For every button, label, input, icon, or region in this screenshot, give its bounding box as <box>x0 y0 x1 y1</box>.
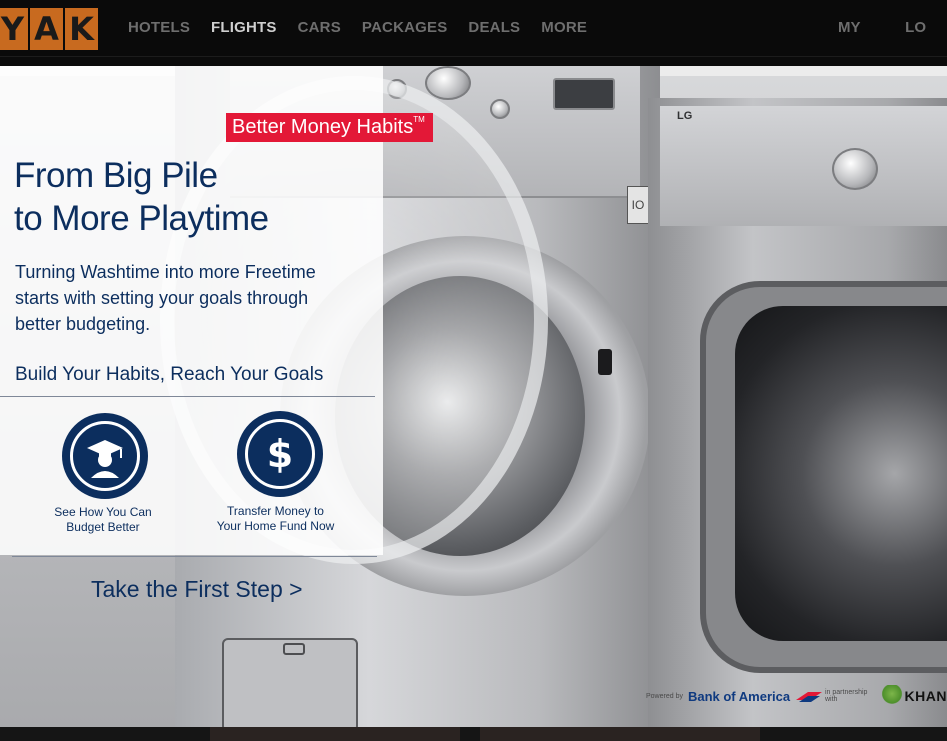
dryer-dial <box>832 148 878 190</box>
logo-letter: K <box>65 8 98 50</box>
ad-headline: From Big Pile to More Playtime <box>14 154 374 240</box>
nav-more[interactable]: MORE <box>541 0 587 56</box>
top-navigation-bar: Y A K HOTELS FLIGHTS CARS PACKAGES DEALS… <box>0 0 947 92</box>
divider <box>0 396 375 397</box>
logo-letter: Y <box>0 8 28 50</box>
nav-cars[interactable]: CARS <box>298 0 341 56</box>
partnership-label: in partnership with <box>825 689 868 703</box>
main-nav: HOTELS FLIGHTS CARS PACKAGES DEALS MORE <box>128 0 608 56</box>
account-nav: MY TRIPS LO <box>838 0 947 92</box>
nav-hotels[interactable]: HOTELS <box>128 0 190 56</box>
nav-flights[interactable]: FLIGHTS <box>211 0 277 56</box>
subtext-line: better budgeting. <box>15 314 151 334</box>
nav-my-trips[interactable]: MY TRIPS <box>838 0 884 92</box>
site-logo[interactable]: Y A K <box>0 8 98 50</box>
take-first-step-link[interactable]: Take the First Step > <box>91 575 303 603</box>
powered-by-credit: Powered by Bank of America <box>646 686 824 706</box>
better-money-habits-badge: Better Money HabitsTM <box>226 113 433 142</box>
graduate-icon <box>70 421 140 491</box>
thumbnail[interactable] <box>210 727 460 741</box>
nav-deals[interactable]: DEALS <box>468 0 520 56</box>
bank-flag-icon <box>796 692 823 702</box>
logo-letter: A <box>30 8 63 50</box>
bank-of-america-logo: Bank of America <box>687 688 791 704</box>
transfer-money-caption[interactable]: Transfer Money to Your Home Fund Now <box>208 504 343 534</box>
headline-line: From Big Pile <box>14 156 218 195</box>
khan-tree-icon <box>880 685 903 707</box>
washer-dial <box>425 66 471 100</box>
nav-packages[interactable]: PACKAGES <box>362 0 448 56</box>
dollar-icon: $ <box>245 419 315 489</box>
thumbnail[interactable] <box>480 727 760 741</box>
ad-subtext: Turning Washtime into more Freetime star… <box>15 259 360 337</box>
nav-login[interactable]: LO <box>905 0 926 56</box>
washer-button <box>490 99 510 119</box>
drawer-handle <box>283 643 305 655</box>
budget-better-button[interactable] <box>62 413 148 499</box>
transfer-money-button[interactable]: $ <box>237 411 323 497</box>
khan-academy-logo: KHAN <box>904 688 947 704</box>
washer-io-badge: IO <box>627 186 649 224</box>
dryer-control-panel <box>660 106 947 226</box>
partner-credit: in partnership with KHAN <box>825 685 947 707</box>
bottom-thumbnail-strip <box>0 727 947 741</box>
washer-latch <box>598 349 612 375</box>
ad-overlay-panel: Better Money HabitsTM From Big Pile to M… <box>0 66 433 602</box>
headline-line: to More Playtime <box>14 199 269 238</box>
dryer-glass <box>735 306 947 641</box>
washer-display <box>553 78 615 110</box>
lg-logo: LG <box>677 110 693 122</box>
subtext-line: Turning Washtime into more Freetime <box>15 262 316 282</box>
budget-better-caption[interactable]: See How You Can Budget Better <box>47 505 159 535</box>
divider <box>12 556 377 557</box>
habits-heading: Build Your Habits, Reach Your Goals <box>15 364 324 385</box>
powered-by-label: Powered by <box>646 692 683 700</box>
subtext-line: starts with setting your goals through <box>15 288 309 308</box>
svg-text:$: $ <box>267 432 293 476</box>
